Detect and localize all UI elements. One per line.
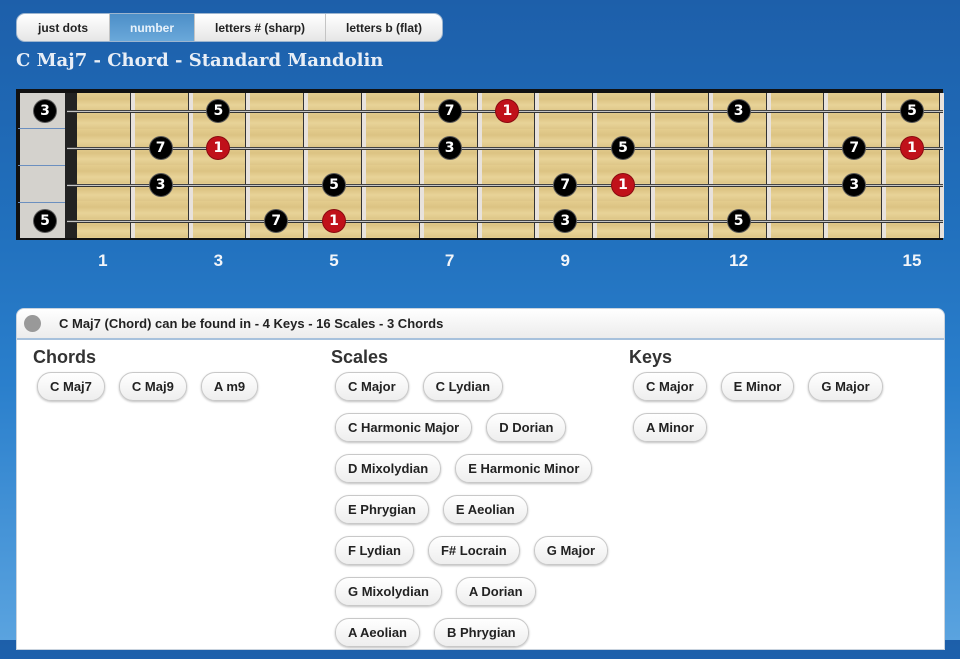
chord-note-marker[interactable]: 3: [554, 210, 577, 232]
page-title: C Maj7 - Chord - Standard Mandolin: [16, 50, 384, 71]
display-mode-letters-sharp[interactable]: letters # (sharp): [195, 14, 326, 41]
chord-pill-c-maj9[interactable]: C Maj9: [118, 372, 187, 401]
fret-wire: [765, 93, 771, 238]
chord-note-marker[interactable]: 3: [727, 100, 750, 122]
fret-number-label: 15: [902, 251, 922, 270]
fret-wire: [187, 93, 193, 238]
keys-list: C Major E Minor G Major A Minor: [629, 372, 929, 454]
root-note-marker[interactable]: 1: [901, 137, 923, 159]
fret-wire: [823, 93, 829, 238]
scale-pill-a-aeolian[interactable]: A Aeolian: [335, 618, 420, 647]
fret-number-label: 9: [560, 251, 570, 270]
display-mode-letters-b-flat[interactable]: letters b (flat): [326, 14, 442, 41]
open-string-divider: [18, 165, 65, 166]
scale-pill-d-mixolydian[interactable]: D Mixolydian: [335, 454, 442, 483]
fret-wire: [476, 93, 482, 238]
chord-pill-c-maj7[interactable]: C Maj7: [37, 372, 105, 401]
found-in-summary: C Maj7 (Chord) can be found in - 4 Keys …: [59, 316, 444, 331]
open-string-divider: [18, 202, 65, 203]
fret-number-label: 12: [729, 251, 749, 270]
chord-note-marker[interactable]: 5: [207, 100, 230, 122]
scale-pill-g-major[interactable]: G Major: [533, 536, 609, 565]
chord-note-marker[interactable]: 5: [727, 210, 750, 232]
string-3: [67, 184, 943, 187]
chord-note-marker[interactable]: 7: [149, 137, 172, 159]
keys-section: Keys C Major E Minor G Major A Minor: [629, 347, 929, 454]
status-circle-icon: [24, 315, 41, 332]
string-4: [67, 220, 943, 223]
chord-note-marker[interactable]: 5: [612, 137, 634, 159]
chord-pill-a-m9[interactable]: A m9: [200, 372, 259, 401]
display-mode-segmented-control: just dots number letters # (sharp) letters …: [16, 13, 443, 42]
scale-pill-d-dorian[interactable]: D Dorian: [486, 413, 567, 442]
fret-wire: [303, 93, 309, 238]
root-note-marker[interactable]: 1: [207, 137, 230, 159]
scales-list: C Major C Lydian C Harmonic Major D Dorian D…: [331, 372, 621, 659]
key-pill-c-major[interactable]: C Major: [633, 372, 707, 401]
chord-note-marker[interactable]: 5: [34, 210, 56, 232]
chord-note-marker[interactable]: 7: [554, 174, 577, 196]
scale-pill-b-phrygian[interactable]: B Phrygian: [434, 618, 529, 647]
fret-wire: [649, 93, 655, 238]
scale-pill-fsharp-locrain[interactable]: F# Locrain: [427, 536, 520, 565]
root-note-marker[interactable]: 1: [323, 210, 345, 232]
chord-note-marker[interactable]: 5: [901, 100, 923, 122]
fret-wire: [707, 93, 713, 238]
key-pill-a-minor[interactable]: A Minor: [633, 413, 707, 442]
found-in-panel: C Maj7 (Chord) can be found in - 4 Keys …: [16, 308, 945, 650]
fret-wire: [360, 93, 366, 238]
display-mode-just-dots[interactable]: just dots: [17, 14, 110, 41]
root-note-marker[interactable]: 1: [612, 174, 634, 196]
chords-section: Chords C Maj7 C Maj9 A m9: [33, 347, 323, 413]
chord-note-marker[interactable]: 7: [438, 100, 461, 122]
fret-number-label: 7: [444, 251, 455, 270]
keys-heading: Keys: [629, 347, 673, 367]
fret-wire: [592, 93, 598, 238]
scale-pill-e-harmonic-minor[interactable]: E Harmonic Minor: [455, 454, 593, 483]
root-note-marker[interactable]: 1: [496, 100, 519, 122]
fret-wire: [534, 93, 540, 238]
scale-pill-c-lydian[interactable]: C Lydian: [422, 372, 504, 401]
fret-wire: [938, 93, 944, 238]
scale-pill-e-phrygian[interactable]: E Phrygian: [335, 495, 429, 524]
display-mode-number[interactable]: number: [110, 14, 195, 41]
scale-pill-c-major[interactable]: C Major: [335, 372, 409, 401]
fret-wire: [245, 93, 251, 238]
string-2: [67, 147, 943, 150]
scale-pill-g-mixolydian[interactable]: G Mixolydian: [335, 577, 442, 606]
scale-pill-e-aeolian[interactable]: E Aeolian: [442, 495, 528, 524]
scale-pill-a-dorian[interactable]: A Dorian: [455, 577, 536, 606]
fret-wire: [881, 93, 887, 238]
chord-note-marker[interactable]: 5: [323, 174, 345, 196]
chord-note-marker[interactable]: 7: [843, 137, 866, 159]
chord-note-marker[interactable]: 3: [149, 174, 172, 196]
chord-note-marker[interactable]: 3: [843, 174, 866, 196]
fret-wire: [418, 93, 424, 238]
scales-section: Scales C Major C Lydian C Harmonic Major D …: [331, 347, 621, 659]
chord-note-marker[interactable]: 7: [265, 210, 288, 232]
key-pill-e-minor[interactable]: E Minor: [720, 372, 795, 401]
scale-pill-f-lydian[interactable]: F Lydian: [335, 536, 414, 565]
fret-number-label: 3: [213, 251, 224, 270]
fretboard: 3 5 7 1 3 5 7 1 3 5 7 1 3 5 7 1 3 5 7 1 3 5: [16, 89, 944, 240]
fret-wire: [129, 93, 135, 238]
chord-note-marker[interactable]: 3: [34, 100, 56, 122]
open-string-divider: [18, 128, 65, 129]
chords-heading: Chords: [33, 347, 96, 367]
found-in-header: C Maj7 (Chord) can be found in - 4 Keys …: [17, 309, 944, 340]
chords-list: C Maj7 C Maj9 A m9: [33, 372, 323, 413]
scales-heading: Scales: [331, 347, 389, 367]
scale-pill-c-harmonic-major[interactable]: C Harmonic Major: [335, 413, 473, 442]
key-pill-g-major[interactable]: G Major: [808, 372, 883, 401]
fret-number-label: 5: [329, 251, 339, 270]
nut: [65, 93, 77, 238]
fret-number-label: 1: [98, 251, 108, 270]
chord-note-marker[interactable]: 3: [438, 137, 461, 159]
